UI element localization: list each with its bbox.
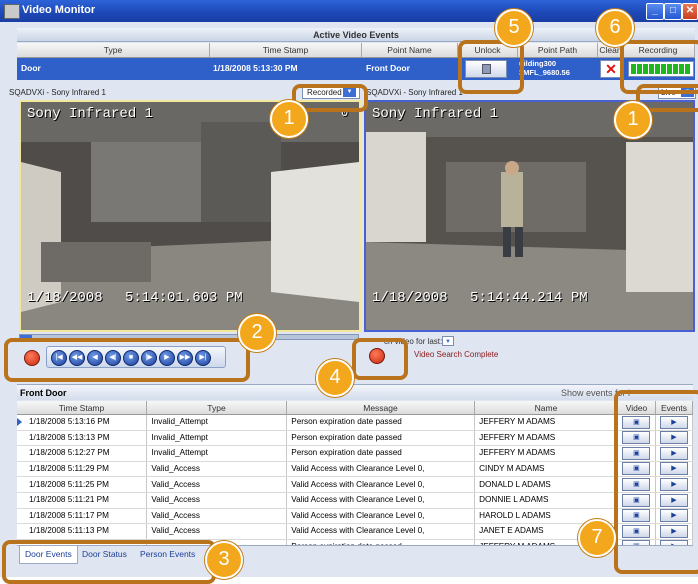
table-cell-ts: 1/18/2008 5:11:13 PM	[17, 523, 148, 540]
highlight-box-recording	[620, 40, 698, 94]
left-overlay-time: 5:14:01.603 PM	[125, 290, 243, 306]
current-row-indicator-icon	[17, 418, 22, 426]
event-point-path-1: uilding300	[519, 59, 557, 68]
table-row[interactable]: 1/18/2008 5:11:29 PM Valid_Access Valid Ac…	[17, 461, 693, 478]
highlight-box-unlock	[458, 40, 524, 94]
callout-1b: 1	[614, 101, 652, 139]
search-status: Video Search Complete	[414, 350, 499, 359]
table-cell-name: DONNIE L ADAMS	[474, 492, 618, 509]
table-cell-type: Valid_Access	[146, 476, 288, 493]
table-row[interactable]: 1/18/2008 5:11:25 PM Valid_Access Valid Ac…	[17, 476, 693, 493]
table-cell-msg: Person expiration date passed	[286, 445, 476, 462]
door-events-header: Front Door Show events for l	[17, 384, 693, 400]
table-row[interactable]: 1/18/2008 5:11:21 PM Valid_Access Valid Ac…	[17, 492, 693, 509]
table-cell-msg: Valid Access with Clearance Level 0,	[286, 508, 476, 525]
title-bar: Video Monitor _ □ ✕	[0, 0, 698, 22]
col-timestamp[interactable]: Time Stamp	[210, 43, 362, 58]
left-video-caption: SQADVXi - Sony Infrared 1	[9, 88, 106, 97]
event-row[interactable]: Door 1/18/2008 5:13:30 PM Front Door uil…	[17, 58, 695, 80]
callout-2: 2	[238, 314, 276, 352]
event-point-path-2: 3MFL_9680.56	[519, 68, 570, 77]
window-title: Video Monitor	[22, 4, 96, 16]
table-cell-ts: 1/18/2008 5:12:27 PM	[17, 445, 148, 462]
callout-5: 5	[495, 9, 533, 47]
table-cell-type: Invalid_Attempt	[146, 415, 288, 431]
table-cell-name: DONALD L ADAMS	[474, 476, 618, 493]
col-door-name[interactable]: Name	[475, 401, 618, 415]
left-overlay-date: 1/18/2008	[27, 290, 103, 306]
highlight-box-controls	[4, 338, 250, 382]
callout-6: 6	[596, 9, 634, 47]
table-cell-ts: 1/18/2008 5:11:25 PM	[17, 476, 148, 493]
minimize-button[interactable]: _	[646, 3, 664, 20]
table-cell-msg: Person expiration date passed	[286, 415, 476, 431]
table-cell-msg: Valid Access with Clearance Level 0,	[286, 476, 476, 493]
table-cell-type: Valid_Access	[146, 492, 288, 509]
col-door-timestamp[interactable]: Time Stamp	[17, 401, 147, 415]
table-cell-ts: 1/18/2008 5:11:21 PM	[17, 492, 148, 509]
col-point-path[interactable]: Point Path	[518, 43, 598, 58]
right-overlay-date: 1/18/2008	[372, 290, 448, 306]
table-cell-type: Valid_Access	[146, 523, 288, 540]
table-cell-msg: Valid Access with Clearance Level 0,	[286, 461, 476, 478]
table-row[interactable]: 1/18/2008 5:12:27 PM Invalid_Attempt Perso…	[17, 445, 693, 462]
table-row[interactable]: 1/18/2008 5:13:13 PM Invalid_Attempt Perso…	[17, 430, 693, 447]
callout-1: 1	[270, 100, 308, 138]
callout-3: 3	[205, 541, 243, 579]
table-cell-name: CINDY M ADAMS	[474, 461, 618, 478]
right-video-caption: SQADVXi - Sony Infrared 1	[366, 88, 463, 97]
right-video-feed[interactable]: Sony Infrared 1 1/18/2008 5:14:44.214 PM	[364, 100, 695, 332]
table-cell-ts: 1/18/2008 5:13:13 PM	[17, 430, 148, 447]
app-icon	[4, 4, 20, 19]
left-video-feed[interactable]: Sony Infrared 1 0 1/18/2008 5:14:01.603 …	[19, 100, 361, 332]
col-door-message[interactable]: Message	[287, 401, 475, 415]
table-cell-type: Valid_Access	[146, 461, 288, 478]
table-cell-ts: 1/18/2008 5:11:29 PM	[17, 461, 148, 478]
table-cell-ts: 1/18/2008 5:11:17 PM	[17, 508, 148, 525]
events-panel-title: Active Video Events	[17, 28, 695, 42]
table-cell-type: Invalid_Attempt	[146, 445, 288, 462]
left-overlay-camera: Sony Infrared 1	[27, 106, 154, 122]
callout-7: 7	[578, 519, 616, 557]
table-cell-name: JEFFERY M ADAMS	[474, 430, 618, 447]
table-cell-msg: Valid Access with Clearance Level 0,	[286, 523, 476, 540]
close-button[interactable]: ✕	[682, 3, 698, 20]
table-cell-ts: 1/18/2008 5:13:16 PM	[17, 415, 148, 431]
door-events-title: Front Door	[20, 388, 67, 398]
table-cell-msg: Person expiration date passed	[286, 430, 476, 447]
table-cell-name: JEFFERY M ADAMS	[474, 445, 618, 462]
col-point-name[interactable]: Point Name	[362, 43, 458, 58]
table-cell-name: JEFFERY M ADAMS	[474, 415, 618, 431]
table-cell-msg: Valid Access with Clearance Level 0,	[286, 492, 476, 509]
event-timestamp: 1/18/2008 5:13:30 PM	[213, 63, 298, 73]
table-row[interactable]: 1/18/2008 5:13:16 PM Invalid_Attempt Perso…	[17, 415, 693, 431]
clear-button[interactable]: ✕	[600, 60, 622, 78]
callout-4: 4	[316, 359, 354, 397]
table-cell-type: Valid_Access	[146, 508, 288, 525]
table-cell-type: Invalid_Attempt	[146, 430, 288, 447]
maximize-button[interactable]: □	[664, 3, 682, 20]
col-door-type[interactable]: Type	[147, 401, 287, 415]
col-type[interactable]: Type	[17, 43, 210, 58]
highlight-box-tabs	[2, 540, 216, 584]
highlight-box-video-events	[614, 390, 698, 574]
right-overlay-time: 5:14:44.214 PM	[470, 290, 588, 306]
highlight-box-search	[352, 338, 408, 380]
event-type: Door	[21, 63, 41, 73]
event-point-name: Front Door	[366, 63, 410, 73]
right-overlay-camera: Sony Infrared 1	[372, 106, 499, 122]
search-range-select[interactable]: ▼	[442, 336, 454, 346]
